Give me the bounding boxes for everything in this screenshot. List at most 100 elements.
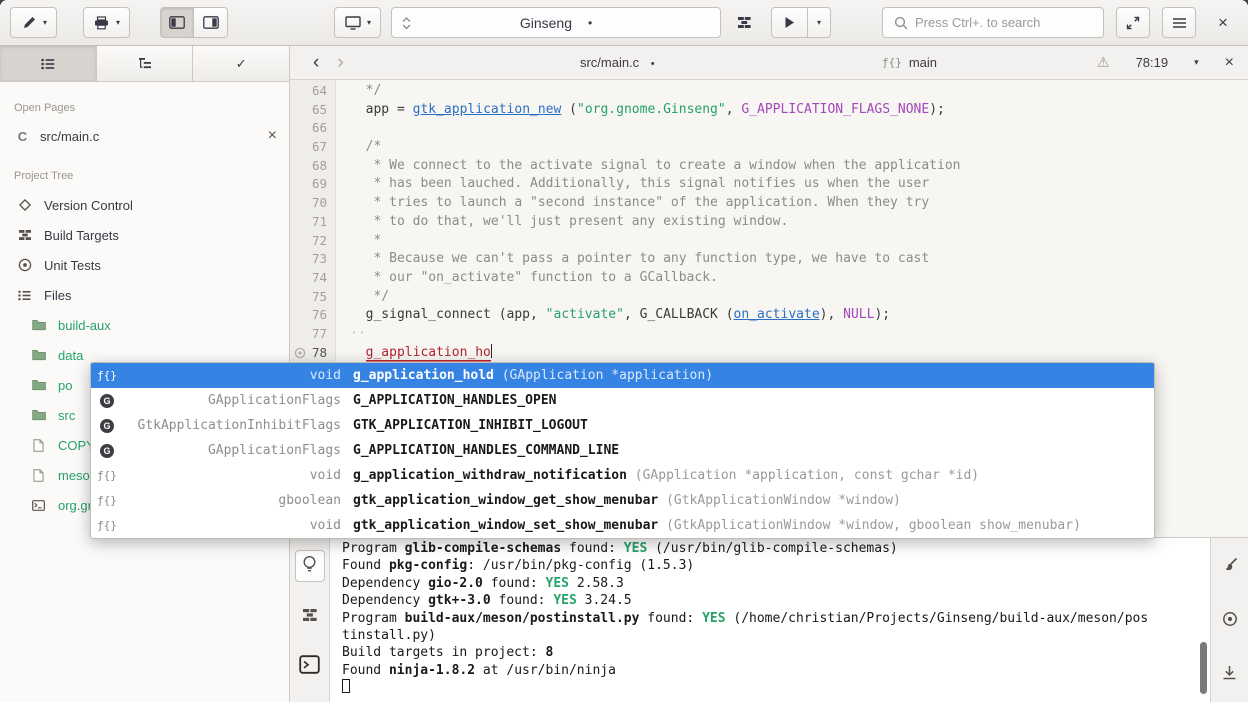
output-scrollbar-thumb[interactable] [1200, 642, 1207, 694]
editor-perspective-button[interactable]: ▾ [10, 7, 57, 38]
run-options-button[interactable]: ▾ [808, 7, 831, 38]
completion-row[interactable]: GGtkApplicationInhibitFlagsGTK_APPLICATI… [91, 413, 1154, 438]
build-output-panel-button[interactable] [295, 600, 325, 632]
sidebar-item-unit-tests[interactable]: Unit Tests [0, 250, 289, 280]
open-pages-label: Open Pages [0, 82, 289, 122]
symbols-utility-button[interactable] [1215, 604, 1245, 636]
line-text: * to do that, we'll just present any exi… [336, 213, 788, 232]
tab-project-tree[interactable] [97, 46, 194, 81]
line-number[interactable]: 76 [290, 306, 336, 325]
bottom-panel-strip [290, 538, 330, 702]
headerbar: ▾ ▾ ▾ Ginseng • [0, 0, 1248, 46]
run-button[interactable] [771, 7, 808, 38]
line-number[interactable]: 71 [290, 213, 336, 232]
completion-row[interactable]: ƒ{}voidg_application_withdraw_notificati… [91, 463, 1154, 488]
project-tree-label: Project Tree [0, 150, 289, 190]
device-selector-button[interactable]: ▾ [334, 7, 381, 38]
terminal-panel-button[interactable] [295, 650, 325, 682]
display-icon [344, 16, 361, 30]
code-line: 70 * tries to launch a "second instance"… [290, 194, 1248, 213]
line-number[interactable]: 66 [290, 119, 336, 138]
line-number[interactable]: 64 [290, 82, 336, 101]
toggle-right-panel-button[interactable] [194, 7, 228, 38]
line-number[interactable]: 65 [290, 101, 336, 120]
hamburger-icon [1171, 17, 1188, 29]
target-icon [1222, 611, 1238, 630]
line-text [336, 119, 350, 138]
sidebar-item-files[interactable]: Files [0, 280, 289, 310]
line-number[interactable]: 69 [290, 175, 336, 194]
omnibar[interactable]: Ginseng • [391, 7, 721, 38]
search-input[interactable] [915, 15, 1094, 30]
completion-row[interactable]: ƒ{}voidgtk_application_window_set_show_m… [91, 513, 1154, 538]
output-line: Found pkg-config: /usr/bin/pkg-config (1… [342, 557, 1210, 574]
open-page-row[interactable]: Csrc/main.c× [0, 122, 289, 150]
line-number[interactable]: 77 [290, 325, 336, 344]
output-line: Found ninja-1.8.2 at /usr/bin/ninja [342, 662, 1210, 679]
warning-icon[interactable]: ⚠ [1097, 54, 1110, 71]
build-output[interactable]: Program glib-compile-schemas found: YES … [330, 538, 1210, 702]
folder-icon [30, 379, 47, 391]
chevron-down-icon[interactable]: ▾ [1194, 58, 1199, 67]
sidebar-tabstrip: ✓ [0, 46, 289, 82]
bottom-panel: Program glib-compile-schemas found: YES … [290, 537, 1248, 702]
close-page-icon[interactable]: × [268, 127, 277, 145]
printer-icon [93, 16, 110, 30]
code-line: 69 * has been lauched. Additionally, thi… [290, 175, 1248, 194]
tree-item-label: Unit Tests [44, 258, 101, 273]
messages-panel-button[interactable] [295, 550, 325, 582]
nav-back-button[interactable]: ‹ [304, 53, 328, 72]
line-text: * We connect to the activate signal to c… [336, 157, 960, 176]
symbol-selector[interactable]: ƒ{} main [882, 55, 937, 70]
chevron-down-icon: ▾ [43, 19, 47, 27]
tree-item-label: Files [44, 288, 71, 303]
close-editor-icon[interactable]: × [1225, 55, 1234, 71]
line-number[interactable]: 73 [290, 250, 336, 269]
fullscreen-button[interactable] [1116, 7, 1150, 38]
output-line: Program build-aux/meson/postinstall.py f… [342, 610, 1210, 627]
line-number[interactable]: 75 [290, 288, 336, 307]
folder-icon [30, 409, 47, 421]
editor-topbar: ‹ › src/main.c • ƒ{} main ⚠ 78:19 ▾ × [290, 46, 1248, 80]
completion-row[interactable]: GGApplicationFlagsG_APPLICATION_HANDLES_… [91, 388, 1154, 413]
line-number[interactable]: 68 [290, 157, 336, 176]
global-search [882, 7, 1104, 38]
chevron-down-icon: ▾ [817, 19, 821, 27]
enum-icon: G [100, 419, 114, 433]
file-row[interactable]: build-aux [0, 310, 289, 340]
code-line: 77·· [290, 325, 1248, 344]
export-button[interactable]: ▾ [83, 7, 130, 38]
line-text: g_application_ho [336, 344, 492, 363]
window-close-button[interactable]: × [1208, 7, 1238, 38]
line-number[interactable]: 72 [290, 232, 336, 251]
line-number[interactable]: 78 [290, 344, 336, 363]
completion-row[interactable]: ƒ{}gbooleangtk_application_window_get_sh… [91, 488, 1154, 513]
menu-button[interactable] [1162, 7, 1196, 38]
close-icon: × [1218, 14, 1228, 31]
nav-forward-button[interactable]: › [328, 53, 352, 72]
completion-row[interactable]: ƒ{}voidg_application_hold (GApplication … [91, 363, 1154, 388]
download-utility-button[interactable] [1215, 658, 1245, 690]
play-icon [781, 16, 798, 29]
line-number[interactable]: 74 [290, 269, 336, 288]
tests-icon [16, 258, 33, 272]
sidebar-item-version-control[interactable]: Version Control [0, 190, 289, 220]
code-line: 76 g_signal_connect (app, "activate", G_… [290, 306, 1248, 325]
build-project-button[interactable] [729, 7, 759, 38]
style-utility-button[interactable] [1215, 550, 1245, 582]
completion-return-type: void [123, 468, 341, 483]
c-language-icon: C [14, 129, 31, 144]
code-line: 75 */ [290, 288, 1248, 307]
toggle-left-panel-button[interactable] [160, 7, 194, 38]
tab-todo[interactable]: ✓ [193, 46, 289, 81]
line-text: */ [336, 288, 389, 307]
build-output-lines: Program glib-compile-schemas found: YES … [342, 540, 1210, 679]
completion-row[interactable]: GGApplicationFlagsG_APPLICATION_HANDLES_… [91, 438, 1154, 463]
line-number[interactable]: 67 [290, 138, 336, 157]
open-pages-list: Csrc/main.c× [0, 122, 289, 150]
line-number[interactable]: 70 [290, 194, 336, 213]
tab-pages[interactable] [0, 46, 97, 81]
sidebar-item-build-targets[interactable]: Build Targets [0, 220, 289, 250]
completion-name: g_application_withdraw_notification [353, 468, 627, 483]
code-line: 66 [290, 119, 1248, 138]
